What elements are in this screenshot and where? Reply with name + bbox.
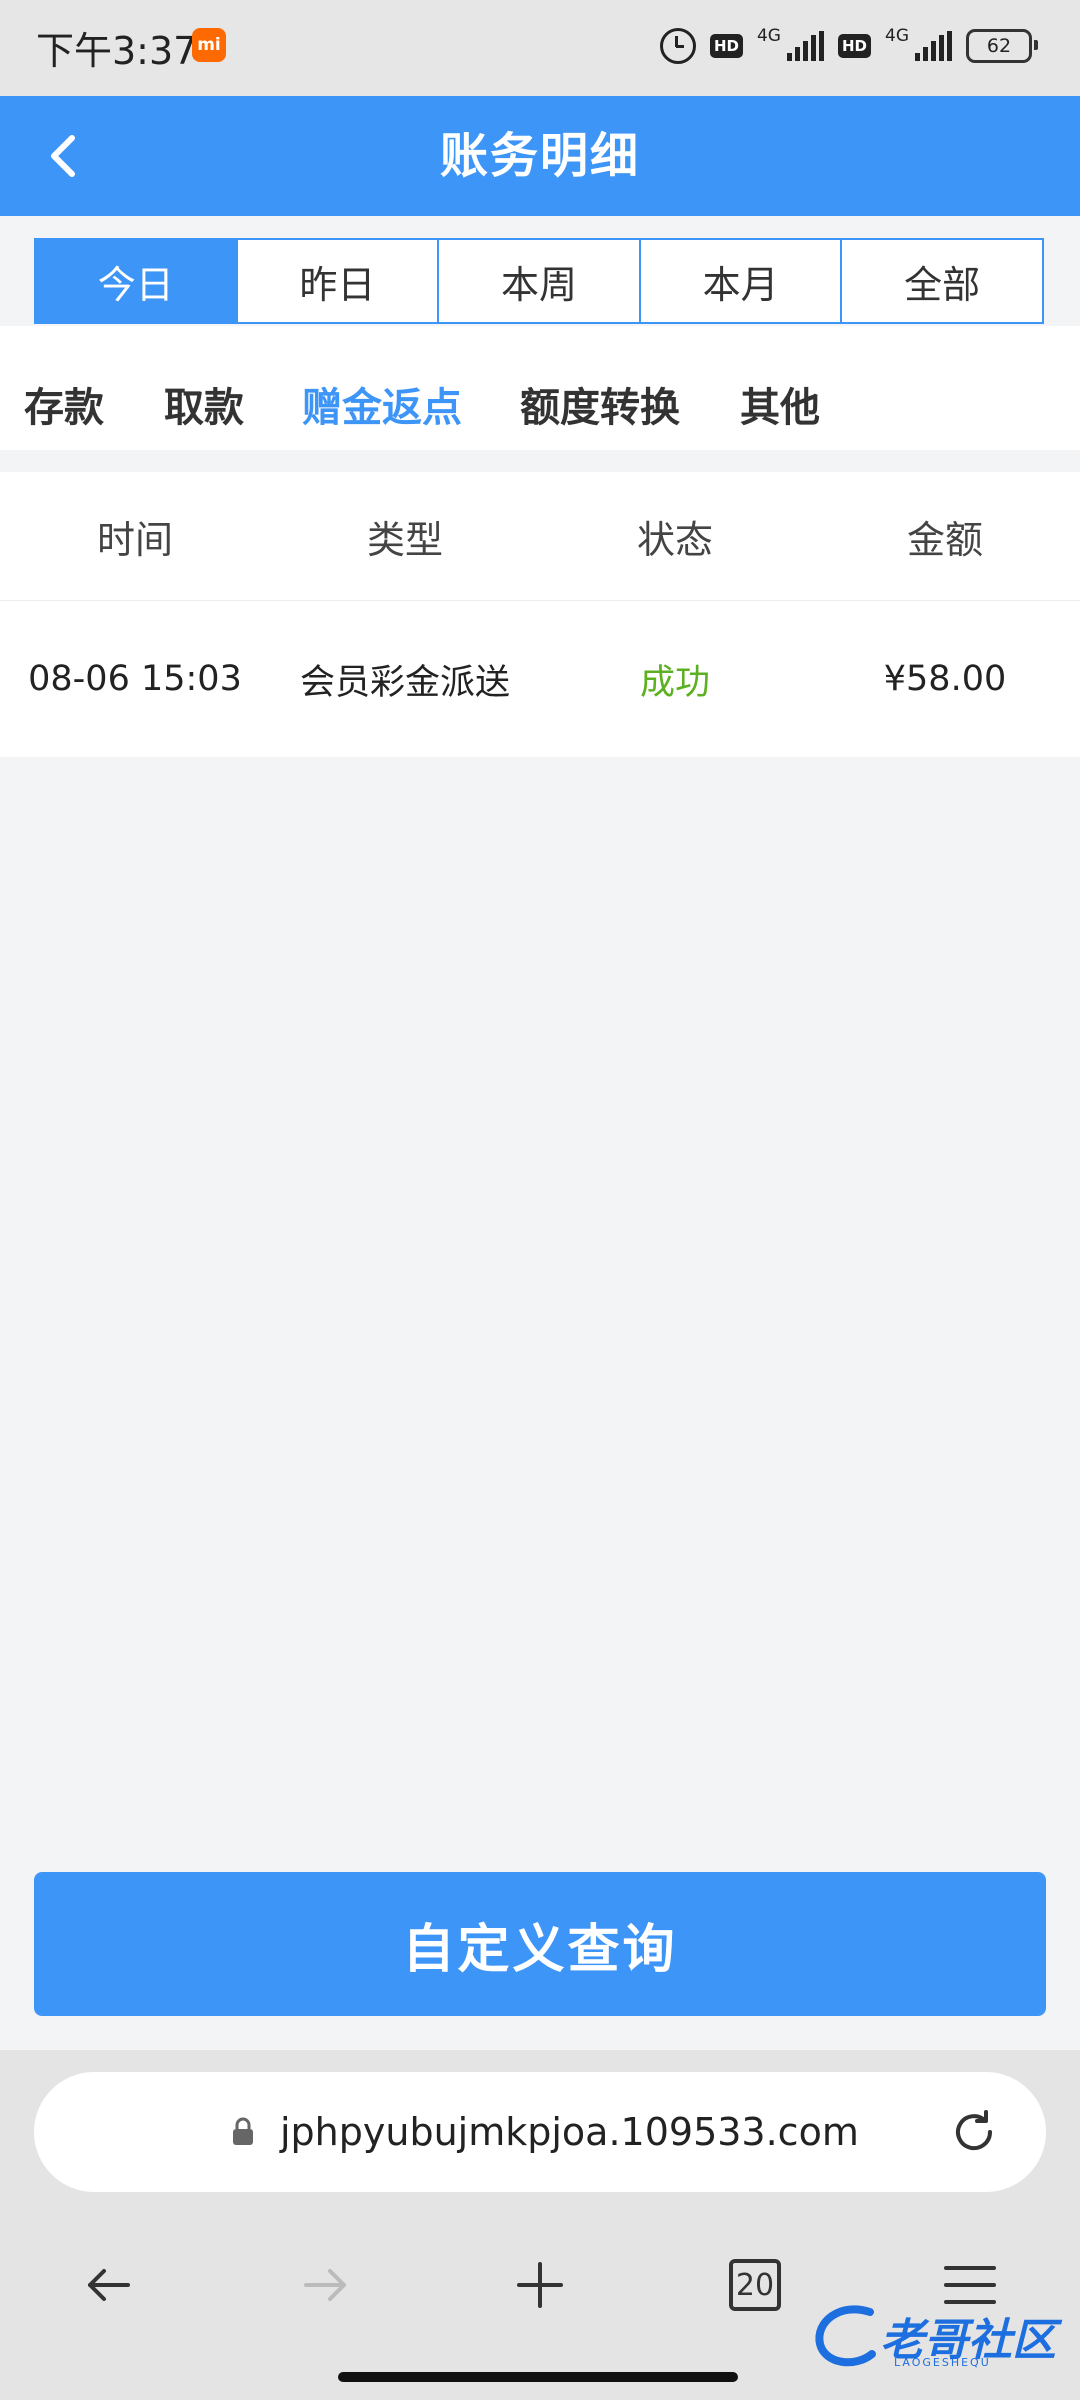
header-status: 状态 <box>636 517 713 562</box>
lock-icon <box>233 2117 253 2145</box>
header-time: 时间 <box>96 517 173 562</box>
category-tabs: 存款 取款 赠金返点 额度转换 其他 <box>0 326 1080 450</box>
reload-icon[interactable] <box>948 2106 1000 2158</box>
tabs-button[interactable]: 20 <box>700 2230 810 2340</box>
category-bonus-rebate[interactable]: 赠金返点 <box>302 326 462 450</box>
tab-today[interactable]: 今日 <box>36 240 236 322</box>
tab-yesterday[interactable]: 昨日 <box>235 240 438 322</box>
transactions-table: 时间 类型 状态 金额 08-06 15:03 会员彩金派送 成功 ¥58.00 <box>0 472 1080 757</box>
row-amount: ¥58.00 <box>883 659 1007 699</box>
battery-level: 62 <box>986 35 1012 57</box>
status-time: 下午3:37 <box>36 29 198 73</box>
url-text: jphpyubujmkpjoa.109533.com <box>280 2110 859 2154</box>
row-type: 会员彩金派送 <box>299 662 510 703</box>
home-indicator <box>338 2372 738 2382</box>
address-bar[interactable]: jphpyubujmkpjoa.109533.com <box>34 2072 1046 2192</box>
category-other[interactable]: 其他 <box>740 326 820 450</box>
page-title: 账务明细 <box>439 128 640 184</box>
header-amount: 金额 <box>906 517 983 562</box>
status-bar: 下午3:37 mi HD 4G HD 4G 62 <box>0 0 1080 96</box>
custom-query-button[interactable]: 自定义查询 <box>34 1872 1046 2016</box>
signal-icon-2 <box>915 31 952 61</box>
hd-badge-1: HD <box>709 34 743 58</box>
tab-all[interactable]: 全部 <box>840 240 1042 322</box>
tab-this-month[interactable]: 本月 <box>638 240 841 322</box>
header-type: 类型 <box>366 517 443 562</box>
mi-badge-icon: mi <box>192 28 226 62</box>
table-row[interactable]: 08-06 15:03 会员彩金派送 成功 ¥58.00 <box>0 601 1080 757</box>
battery-icon: 62 <box>966 29 1038 63</box>
watermark-logo: 老哥社区 LAOGESHEQU <box>810 2296 1060 2376</box>
signal-icon-1 <box>786 31 824 61</box>
app-header: 账务明细 <box>0 96 1080 216</box>
category-deposit[interactable]: 存款 <box>24 326 104 450</box>
tab-count: 20 <box>729 2259 781 2311</box>
tab-this-week[interactable]: 本周 <box>437 240 639 322</box>
category-withdraw[interactable]: 取款 <box>164 326 244 450</box>
nav-back-icon[interactable] <box>54 2230 164 2340</box>
dragon-icon <box>815 2305 876 2367</box>
alarm-icon <box>659 28 696 64</box>
nav-forward-icon[interactable] <box>270 2230 380 2340</box>
new-tab-icon[interactable] <box>485 2230 595 2340</box>
row-time: 08-06 15:03 <box>28 659 242 699</box>
row-status: 成功 <box>639 662 710 703</box>
category-balance-transfer[interactable]: 额度转换 <box>520 326 680 450</box>
network-type-1: 4G <box>756 26 781 46</box>
status-indicators: HD 4G HD 4G 62 <box>659 24 1038 68</box>
table-header: 时间 类型 状态 金额 <box>0 472 1080 601</box>
watermark-subtext: LAOGESHEQU <box>894 2356 991 2369</box>
network-type-2: 4G <box>885 26 909 46</box>
date-range-tabs: 今日 昨日 本周 本月 全部 <box>34 238 1044 324</box>
hd-badge-2: HD <box>837 34 871 58</box>
